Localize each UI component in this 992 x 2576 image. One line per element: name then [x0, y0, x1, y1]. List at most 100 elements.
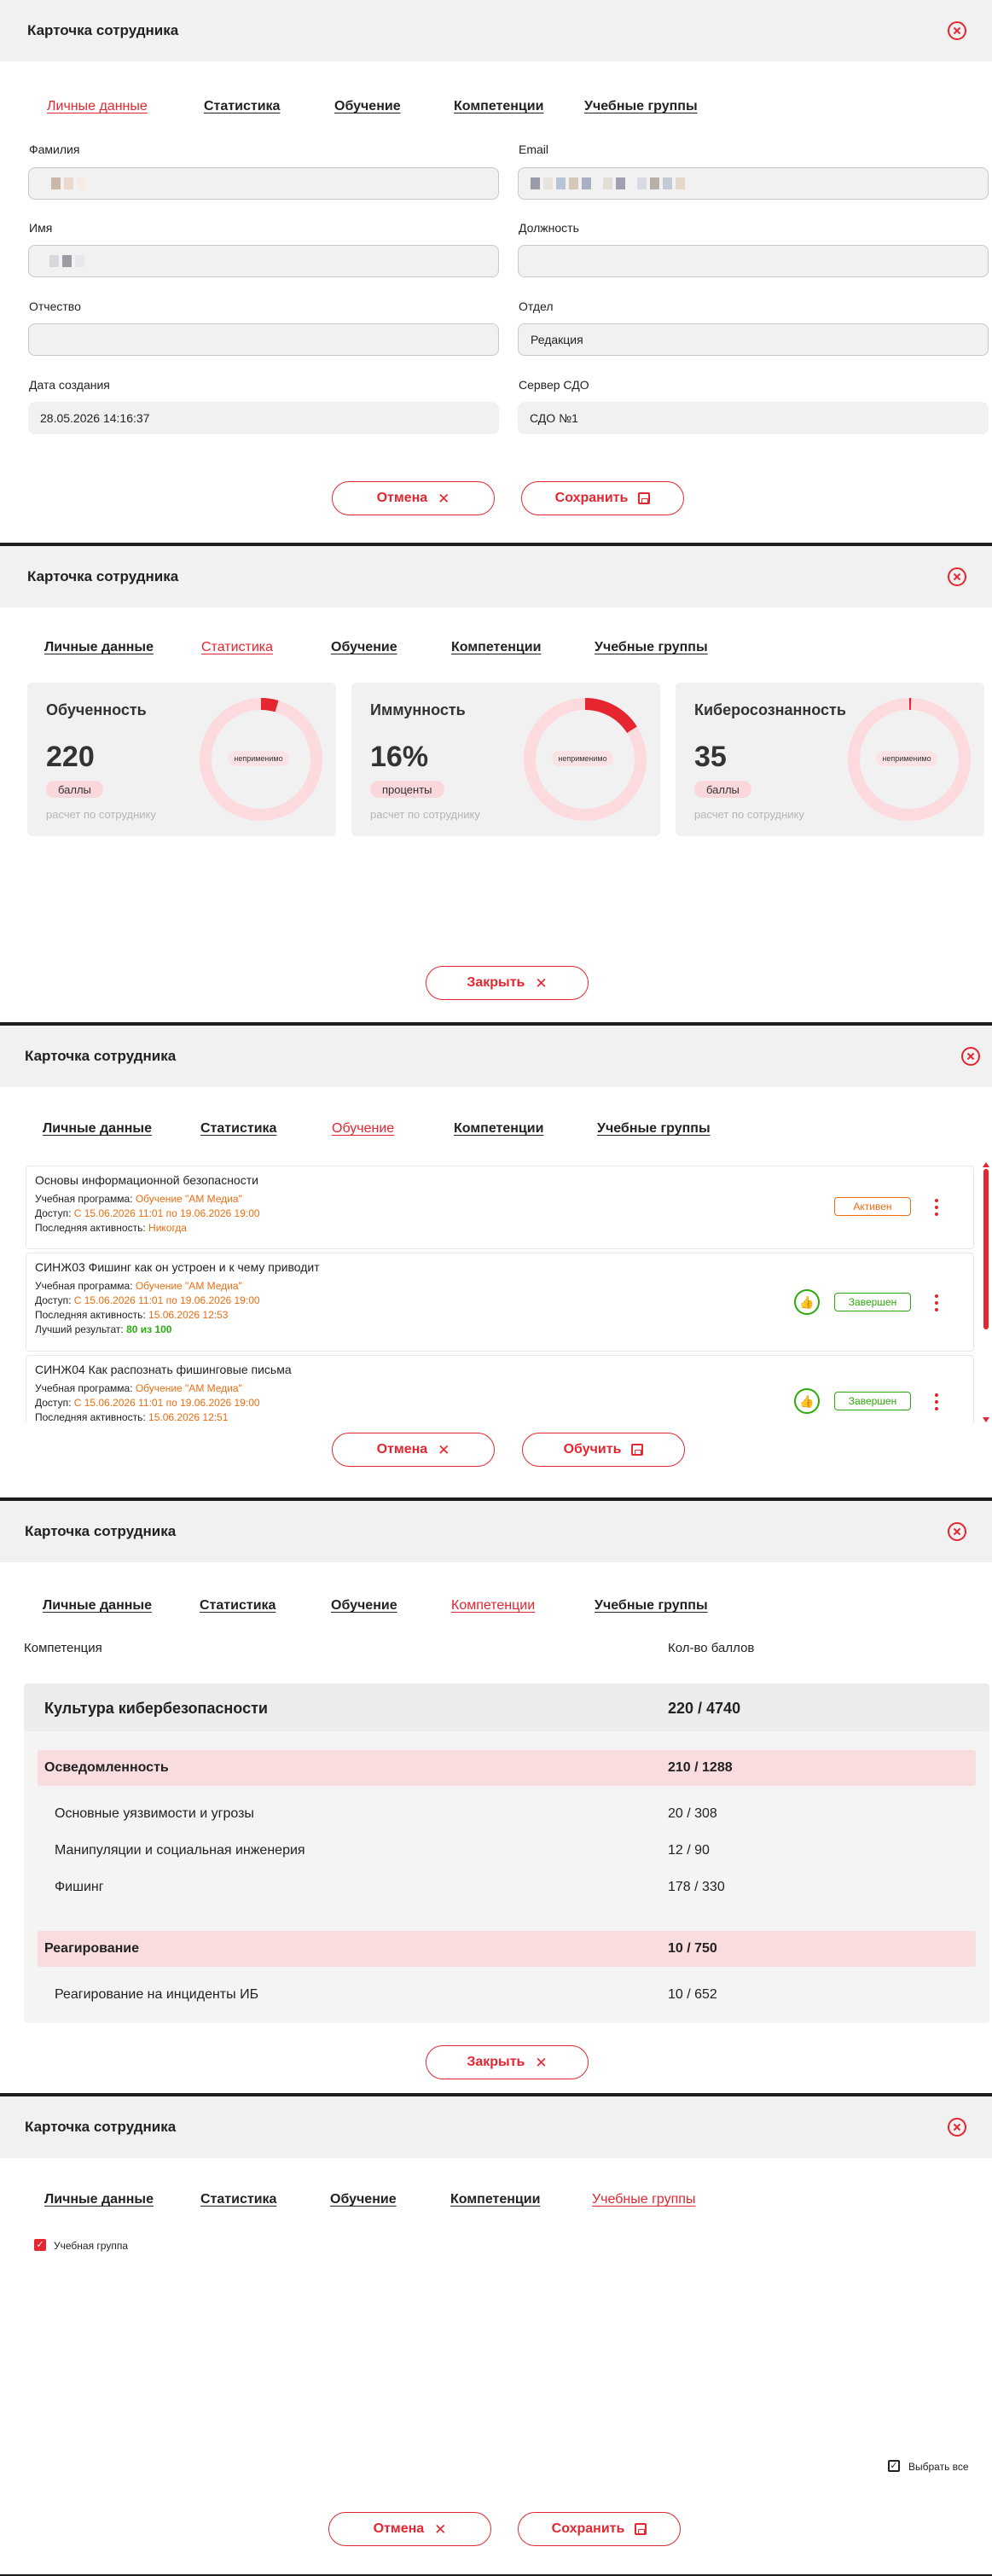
- cancel-button[interactable]: Отмена ✕: [332, 481, 495, 515]
- train-button[interactable]: Обучить: [522, 1433, 685, 1467]
- close-icon: ✕: [438, 490, 450, 507]
- competency-score: 220 / 4740: [668, 1700, 741, 1717]
- competency-name: Осведомленность: [44, 1760, 169, 1775]
- activity-label: Последняя активность:: [35, 1222, 146, 1234]
- save-button[interactable]: Сохранить: [521, 481, 684, 515]
- more-menu-icon[interactable]: [934, 1199, 939, 1216]
- tab-groups[interactable]: Учебные группы: [584, 99, 698, 114]
- tab-groups[interactable]: Учебные группы: [592, 2192, 695, 2207]
- email-field[interactable]: [518, 167, 989, 200]
- donut-label: неприменимо: [876, 751, 937, 766]
- competency-tree: Культура кибербезопасности 220 / 4740 Ос…: [24, 1683, 989, 2023]
- tab-personal[interactable]: Личные данные: [44, 2192, 154, 2207]
- cancel-label: Отмена: [376, 491, 428, 505]
- tab-statistics[interactable]: Статистика: [200, 1598, 276, 1614]
- redacted-pixel: [75, 255, 84, 267]
- save-button[interactable]: Сохранить: [518, 2512, 681, 2546]
- competency-root-row: Культура кибербезопасности 220 / 4740: [24, 1683, 989, 1731]
- group-label: Учебная группа: [54, 2240, 129, 2252]
- course-item[interactable]: СИНЖ04 Как распознать фишинговые письма …: [26, 1355, 974, 1422]
- redacted-pixel: [556, 177, 566, 189]
- course-item[interactable]: Основы информационной безопасности Учебн…: [26, 1166, 974, 1249]
- tab-learning[interactable]: Обучение: [334, 99, 401, 114]
- tab-learning[interactable]: Обучение: [330, 2192, 397, 2207]
- stat-card-awareness: Киберосознанность 35 баллы расчет по сот…: [676, 683, 984, 836]
- group-checkbox[interactable]: ✓: [34, 2239, 46, 2251]
- close-button[interactable]: Закрыть ✕: [426, 966, 589, 1000]
- close-icon[interactable]: [948, 1522, 966, 1541]
- floppy-icon: [635, 2523, 647, 2535]
- close-label: Закрыть: [467, 2055, 525, 2069]
- close-icon[interactable]: [948, 2118, 966, 2137]
- redacted-pixel: [77, 177, 86, 189]
- tab-personal[interactable]: Личные данные: [47, 99, 148, 114]
- access-label: Доступ:: [35, 1207, 72, 1219]
- cancel-button[interactable]: Отмена ✕: [328, 2512, 491, 2546]
- tab-groups[interactable]: Учебные группы: [595, 640, 708, 655]
- stat-card-note: расчет по сотруднику: [46, 808, 156, 821]
- access-value: С 15.06.2026 11:01 по 19.06.2026 19:00: [73, 1397, 260, 1409]
- tab-learning[interactable]: Обучение: [332, 1121, 394, 1137]
- stat-card-title: Киберосознанность: [694, 701, 846, 718]
- more-menu-icon[interactable]: [934, 1294, 939, 1311]
- employee-card-personal: Карточка сотрудника Личные данные Статис…: [0, 0, 992, 543]
- last-name-field[interactable]: [28, 167, 499, 200]
- scrollbar[interactable]: [983, 1162, 989, 1422]
- close-icon[interactable]: [948, 21, 966, 40]
- more-menu-icon[interactable]: [934, 1393, 939, 1410]
- scroll-down-icon[interactable]: [983, 1417, 989, 1422]
- stat-card-unit: баллы: [46, 781, 103, 798]
- tab-statistics[interactable]: Статистика: [200, 1121, 276, 1137]
- course-name: Основы информационной безопасности: [35, 1173, 258, 1187]
- tab-groups[interactable]: Учебные группы: [595, 1598, 708, 1614]
- modal-title: Карточка сотрудника: [25, 2119, 177, 2135]
- department-field[interactable]: Редакция: [518, 323, 989, 356]
- select-all-checkbox[interactable]: ✓: [888, 2460, 900, 2472]
- position-field[interactable]: [518, 245, 989, 277]
- program-value: Обучение "АМ Медиа": [135, 1382, 242, 1394]
- tab-groups[interactable]: Учебные группы: [597, 1121, 711, 1137]
- thumbs-up-icon[interactable]: 👍: [794, 1388, 820, 1414]
- tab-learning[interactable]: Обучение: [331, 640, 397, 655]
- tab-personal[interactable]: Личные данные: [44, 640, 154, 655]
- floppy-icon: [638, 492, 651, 504]
- close-icon[interactable]: [948, 567, 966, 586]
- patronymic-field[interactable]: [28, 323, 499, 356]
- tab-statistics[interactable]: Статистика: [201, 640, 273, 655]
- department-value: Редакция: [531, 333, 583, 346]
- tab-competencies[interactable]: Компетенции: [454, 1121, 543, 1137]
- tab-personal[interactable]: Личные данные: [43, 1598, 152, 1614]
- competency-name: Реагирование на инциденты ИБ: [55, 1987, 259, 2002]
- position-label: Должность: [519, 221, 579, 235]
- modal-header: Карточка сотрудника: [0, 0, 992, 61]
- thumbs-up-icon[interactable]: 👍: [794, 1289, 820, 1315]
- created-value: 28.05.2026 14:16:37: [40, 411, 150, 425]
- created-field: 28.05.2026 14:16:37: [28, 402, 499, 434]
- tab-statistics[interactable]: Статистика: [204, 99, 280, 114]
- cancel-button[interactable]: Отмена ✕: [332, 1433, 495, 1467]
- close-icon[interactable]: [961, 1047, 980, 1066]
- tab-statistics[interactable]: Статистика: [200, 2192, 276, 2207]
- course-name: СИНЖ03 Фишинг как он устроен и к чему пр…: [35, 1260, 320, 1274]
- access-label: Доступ:: [35, 1294, 72, 1306]
- redacted-pixel: [64, 177, 73, 189]
- course-program: Учебная программа: Обучение "АМ Медиа": [35, 1279, 965, 1294]
- course-activity: Последняя активность: 15.06.2026 12:51: [35, 1410, 965, 1422]
- first-name-field[interactable]: [28, 245, 499, 277]
- course-item[interactable]: СИНЖ03 Фишинг как он устроен и к чему пр…: [26, 1253, 974, 1352]
- employee-card-competencies: Карточка сотрудника Личные данные Статис…: [0, 1501, 992, 2093]
- tab-competencies[interactable]: Компетенции: [454, 99, 543, 114]
- close-button[interactable]: Закрыть ✕: [426, 2045, 589, 2079]
- scrollbar-thumb[interactable]: [983, 1169, 989, 1329]
- status-badge: Завершен: [834, 1392, 911, 1410]
- course-access: Доступ: С 15.06.2026 11:01 по 19.06.2026…: [35, 1294, 965, 1308]
- scroll-up-icon[interactable]: [983, 1162, 989, 1167]
- tab-competencies[interactable]: Компетенции: [451, 640, 541, 655]
- tab-competencies[interactable]: Компетенции: [450, 2192, 540, 2207]
- select-all-label: Выбрать все: [908, 2461, 969, 2473]
- tab-personal[interactable]: Личные данные: [43, 1121, 152, 1137]
- server-label: Сервер СДО: [519, 378, 589, 392]
- tab-competencies[interactable]: Компетенции: [451, 1598, 535, 1614]
- course-list: Основы информационной безопасности Учебн…: [0, 1162, 992, 1422]
- tab-learning[interactable]: Обучение: [331, 1598, 397, 1614]
